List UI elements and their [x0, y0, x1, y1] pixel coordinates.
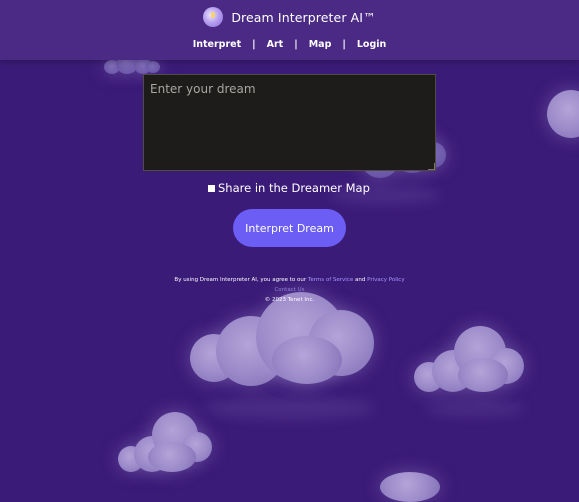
site-title: Dream Interpreter AI™: [231, 9, 376, 25]
share-label: Share in the Dreamer Map: [218, 181, 370, 195]
nav-separator: |: [342, 39, 346, 50]
nav-login-link[interactable]: Login: [357, 39, 386, 50]
terms-prefix: By using Dream Interpreter AI, you agree…: [174, 277, 308, 283]
crystal-ball-icon: [203, 7, 224, 27]
contact-row: Contact Us: [0, 287, 579, 293]
brand[interactable]: Dream Interpreter AI™: [0, 7, 579, 27]
privacy-policy-link[interactable]: Privacy Policy: [367, 277, 404, 283]
share-option[interactable]: Share in the Dreamer Map: [208, 181, 370, 195]
dream-input[interactable]: [143, 74, 436, 171]
terms-and: and: [353, 277, 368, 283]
contact-us-link[interactable]: Contact Us: [274, 287, 304, 293]
cloud-shadow: [425, 400, 525, 416]
cloud-decoration: [118, 412, 218, 480]
interpret-dream-button[interactable]: Interpret Dream: [233, 209, 346, 247]
nav-map-link[interactable]: Map: [309, 39, 332, 50]
nav-separator: |: [252, 39, 256, 50]
nav-art-link[interactable]: Art: [267, 39, 284, 50]
cloud-shadow: [205, 397, 375, 419]
cloud-decoration: [547, 90, 579, 140]
cloud-decoration: [414, 322, 526, 394]
resize-handle[interactable]: [428, 163, 435, 170]
cloud-decoration: [380, 470, 440, 502]
main-nav: Interpret | Art | Map | Login: [0, 39, 579, 50]
nav-interpret-link[interactable]: Interpret: [193, 39, 241, 50]
share-checkbox[interactable]: [208, 185, 215, 192]
nav-separator: |: [294, 39, 298, 50]
terms-notice: By using Dream Interpreter AI, you agree…: [0, 277, 579, 283]
terms-of-service-link[interactable]: Terms of Service: [308, 277, 353, 283]
site-header: Dream Interpreter AI™ Interpret | Art | …: [0, 0, 579, 60]
copyright: © 2023 Tenet Inc.: [264, 297, 315, 303]
